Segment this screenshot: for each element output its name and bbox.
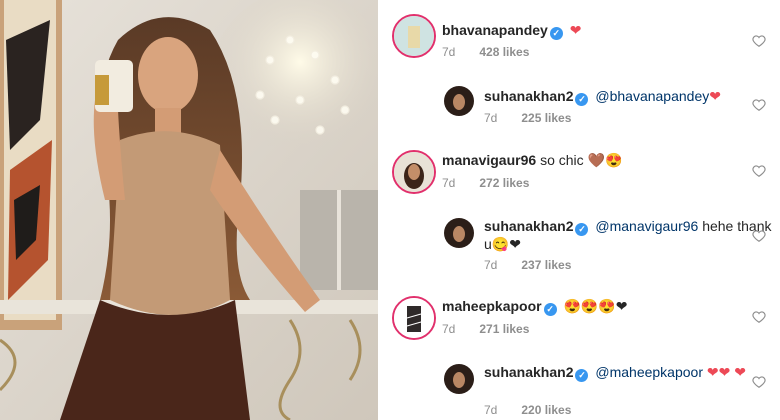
heart-outline-icon[interactable] <box>752 375 766 389</box>
avatar[interactable] <box>444 86 474 116</box>
comment-time: 7d <box>442 322 456 336</box>
comment-time: 7d <box>442 45 456 59</box>
comment-meta: 7d 272 likes <box>442 176 529 190</box>
comment-line: manavigaur96 so chic 🤎😍 <box>442 152 622 169</box>
comment-mention[interactable]: @maheepkapoor <box>595 364 703 380</box>
verified-badge-icon: ✓ <box>543 303 557 316</box>
comment-time: 7d <box>484 403 498 417</box>
comment-meta: 7d 237 likes <box>484 258 571 272</box>
comment-likes[interactable]: 225 likes <box>521 111 571 125</box>
comment-likes[interactable]: 220 likes <box>521 403 571 417</box>
comment-text: ❤ <box>709 88 721 104</box>
comment-likes[interactable]: 271 likes <box>479 322 529 336</box>
avatar[interactable] <box>444 218 474 248</box>
verified-badge-icon: ✓ <box>575 93 589 106</box>
comment-meta: 7d 225 likes <box>484 111 571 125</box>
comment-line: bhavanapandey ✓ ❤ <box>442 22 581 40</box>
avatar[interactable] <box>444 364 474 394</box>
comment-username[interactable]: manavigaur96 <box>442 152 536 168</box>
avatar[interactable] <box>392 14 436 58</box>
comment-time: 7d <box>484 111 498 125</box>
post-photo <box>0 0 378 420</box>
comment-username[interactable]: bhavanapandey <box>442 22 548 38</box>
comment-username[interactable]: suhanakhan2 <box>484 364 573 380</box>
comment-username[interactable]: suhanakhan2 <box>484 88 573 104</box>
comment-text: ❤❤ ❤ <box>706 364 746 380</box>
comment-likes[interactable]: 237 likes <box>521 258 571 272</box>
comment-time: 7d <box>484 258 498 272</box>
comment-meta: 7d 271 likes <box>442 322 529 336</box>
comment-text: so chic 🤎😍 <box>540 152 623 168</box>
comment-text: 😍😍😍❤ <box>563 298 628 314</box>
avatar[interactable] <box>392 150 436 194</box>
comment-username[interactable]: maheepkapoor <box>442 298 542 314</box>
comment-mention[interactable]: @manavigaur96 <box>595 218 698 234</box>
reply-line: suhanakhan2 ✓ @bhavanapandey❤ <box>484 88 721 106</box>
verified-badge-icon: ✓ <box>575 369 589 382</box>
comment-username[interactable]: suhanakhan2 <box>484 218 573 234</box>
comment-line: maheepkapoor ✓ 😍😍😍❤ <box>442 298 628 316</box>
heart-outline-icon[interactable] <box>752 229 766 243</box>
comment-likes[interactable]: 272 likes <box>479 176 529 190</box>
heart-outline-icon[interactable] <box>752 164 766 178</box>
comment-meta: 7d 220 likes <box>484 403 571 417</box>
comment-likes[interactable]: 428 likes <box>479 45 529 59</box>
heart-outline-icon[interactable] <box>752 98 766 112</box>
comments-panel: bhavanapandey ✓ ❤ 7d 428 likes suhanakhan2… <box>378 0 780 420</box>
reply-line: suhanakhan2 ✓ @maheepkapoor ❤❤ ❤ <box>484 364 774 382</box>
heart-outline-icon[interactable] <box>752 34 766 48</box>
avatar[interactable] <box>392 296 436 340</box>
comment-time: 7d <box>442 176 456 190</box>
verified-badge-icon: ✓ <box>549 27 563 40</box>
comment-mention[interactable]: @bhavanapandey <box>595 88 709 104</box>
heart-outline-icon[interactable] <box>752 310 766 324</box>
comment-text: ❤ <box>569 22 582 38</box>
verified-badge-icon: ✓ <box>575 223 589 236</box>
comment-meta: 7d 428 likes <box>442 45 529 59</box>
reply-line: suhanakhan2 ✓ @manavigaur96 hehe thank u😋… <box>484 218 774 253</box>
